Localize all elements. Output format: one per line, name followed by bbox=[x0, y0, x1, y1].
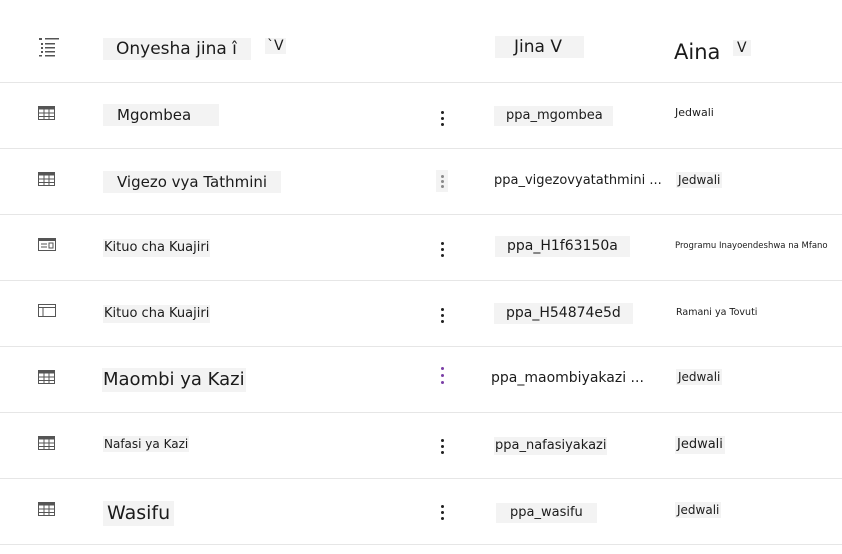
row-display-name[interactable]: Nafasi ya Kazi bbox=[103, 436, 190, 453]
row-type: Jedwali bbox=[676, 369, 723, 386]
more-options-button[interactable] bbox=[436, 108, 448, 130]
table-row[interactable]: Vigezo vya Tathmini ppa_vigezovyatathmin… bbox=[0, 148, 842, 215]
more-options-button[interactable] bbox=[436, 239, 448, 261]
table-row[interactable]: Kituo cha Kuajiri ppa_H1f63150a Programu… bbox=[0, 214, 842, 281]
row-type: Ramani ya Tovuti bbox=[676, 307, 758, 318]
row-name: ppa_nafasiyakazi bbox=[494, 437, 608, 455]
site-map-icon bbox=[38, 304, 56, 317]
more-options-button[interactable] bbox=[436, 502, 448, 524]
row-type: Jedwali bbox=[675, 436, 725, 454]
table-row[interactable]: Wasifu ppa_wasifu Jedwali bbox=[0, 478, 842, 545]
row-type: Programu Inayoendeshwa na Mfano bbox=[675, 241, 828, 251]
table-icon bbox=[38, 502, 55, 516]
row-name: ppa_mgombea bbox=[494, 106, 613, 126]
row-type: Jedwali bbox=[675, 106, 714, 119]
more-options-button[interactable] bbox=[436, 436, 448, 458]
row-name: ppa_wasifu bbox=[496, 503, 597, 523]
row-name: ppa_H1f63150a bbox=[495, 236, 630, 257]
table-row[interactable]: Maombi ya Kazi ppa_maombiyakazi ... Jedw… bbox=[0, 346, 842, 413]
list-header: Onyesha jina î `V Jina V Aina V bbox=[0, 0, 842, 83]
model-app-icon bbox=[38, 238, 56, 251]
row-display-name[interactable]: Kituo cha Kuajiri bbox=[103, 305, 211, 323]
row-name: ppa_vigezovyatathmini ... bbox=[494, 173, 662, 188]
more-options-button[interactable] bbox=[436, 365, 448, 387]
row-display-name[interactable]: Wasifu bbox=[103, 501, 175, 526]
table-icon bbox=[38, 370, 55, 384]
row-name: ppa_maombiyakazi ... bbox=[491, 370, 644, 386]
row-display-name[interactable]: Mgombea bbox=[103, 104, 220, 126]
table-icon bbox=[38, 436, 55, 450]
table-row[interactable]: Mgombea ppa_mgombea Jedwali bbox=[0, 82, 842, 149]
type-sort-chevron[interactable]: V bbox=[733, 40, 751, 56]
table-icon bbox=[38, 172, 55, 186]
column-header-name[interactable]: Jina V bbox=[495, 36, 584, 59]
column-header-display-name[interactable]: Onyesha jina î bbox=[103, 38, 251, 61]
table-icon bbox=[38, 106, 55, 120]
row-type: Jedwali bbox=[675, 502, 722, 519]
table-row[interactable]: Kituo cha Kuajiri ppa_H54874e5d Ramani y… bbox=[0, 280, 842, 347]
display-name-sort-chevron[interactable]: `V bbox=[265, 38, 286, 54]
more-options-button[interactable] bbox=[436, 170, 448, 192]
row-display-name[interactable]: Vigezo vya Tathmini bbox=[103, 171, 282, 193]
column-header-type[interactable]: Aina bbox=[674, 40, 720, 64]
row-display-name[interactable]: Maombi ya Kazi bbox=[102, 368, 246, 392]
row-name: ppa_H54874e5d bbox=[494, 303, 633, 324]
list-icon[interactable] bbox=[38, 37, 60, 61]
more-options-button[interactable] bbox=[436, 305, 448, 327]
row-display-name[interactable]: Kituo cha Kuajiri bbox=[103, 239, 211, 257]
row-type: Jedwali bbox=[676, 172, 723, 189]
table-row[interactable]: Nafasi ya Kazi ppa_nafasiyakazi Jedwali bbox=[0, 412, 842, 479]
